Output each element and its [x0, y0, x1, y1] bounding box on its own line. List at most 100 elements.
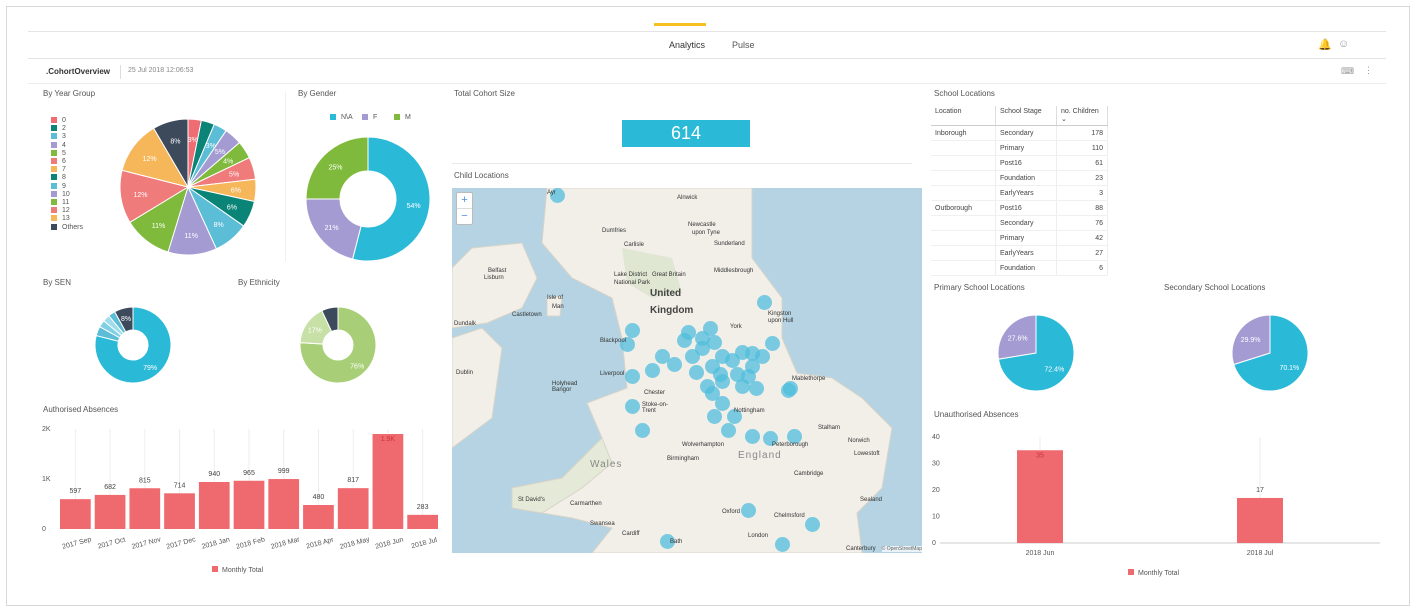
map-marker[interactable] — [685, 349, 700, 364]
map-place-label: Middlesbrough — [714, 268, 754, 274]
map-marker[interactable] — [689, 365, 704, 380]
stage-cell: Post16 — [995, 155, 1057, 171]
more-options-icon[interactable]: ⋮ — [1364, 65, 1373, 76]
map-place-label: Carmarthen — [570, 501, 602, 507]
legend-swatch — [51, 223, 57, 230]
legend-item[interactable]: 13 — [51, 215, 70, 222]
legend-item[interactable]: 10 — [51, 190, 70, 198]
legend-label: 3 — [62, 133, 66, 141]
table-row[interactable]: Post16 61 — [931, 155, 1108, 171]
map-marker[interactable] — [775, 537, 790, 552]
legend-item[interactable]: 9 — [51, 182, 66, 190]
table-row[interactable]: EarlyYears 27 — [931, 245, 1108, 261]
map-place-label: Swansea — [590, 521, 615, 527]
map-place-label: London — [748, 533, 769, 539]
legend-item[interactable]: N\A — [330, 114, 353, 121]
legend-swatch — [362, 114, 368, 120]
map-place-label: Newcastle — [688, 222, 716, 228]
map-marker[interactable] — [757, 295, 772, 310]
legend-item[interactable]: M — [394, 114, 411, 121]
map-place-label: Nottingham — [734, 408, 765, 414]
map-marker[interactable] — [695, 331, 710, 346]
map-marker[interactable] — [707, 409, 722, 424]
map-marker[interactable] — [645, 363, 660, 378]
active-tab-underline — [654, 23, 706, 26]
year-group-title: By Year Group — [43, 89, 96, 98]
keyboard-icon[interactable]: ⌨ — [1341, 66, 1354, 77]
table-row[interactable]: Primary 110 — [931, 140, 1108, 156]
legend-swatch — [51, 149, 57, 156]
child-locations-map[interactable]: United Kingdom England Wales Ayr Dumfries Carl… — [452, 188, 922, 553]
zoom-out-button[interactable]: − — [457, 209, 472, 224]
map-place-label: Lisburn — [484, 275, 504, 281]
map-place-label: Belfast — [488, 268, 507, 274]
map-marker[interactable] — [721, 423, 736, 438]
legend-item[interactable]: 3 — [51, 133, 66, 140]
map-marker[interactable] — [745, 429, 760, 444]
map-marker[interactable] — [625, 399, 640, 414]
legend-item[interactable]: 0 — [51, 117, 66, 124]
map-marker[interactable] — [635, 423, 650, 438]
legend-item[interactable]: 8 — [51, 174, 66, 181]
map-place-label: Isle of — [547, 295, 564, 301]
children-count-cell: 76 — [1056, 215, 1108, 231]
map-marker[interactable] — [781, 383, 796, 398]
legend-item[interactable]: 7 — [51, 166, 66, 173]
table-row[interactable]: Secondary 76 — [931, 215, 1108, 231]
map-place-label: Sealand — [860, 497, 883, 503]
map-marker[interactable] — [655, 349, 670, 364]
map-marker[interactable] — [741, 503, 756, 518]
zoom-in-button[interactable]: + — [457, 193, 472, 209]
legend-item[interactable]: 12 — [51, 207, 70, 214]
legend-item[interactable]: Others — [51, 223, 83, 231]
table-row[interactable]: Foundation 23 — [931, 170, 1108, 186]
top-nav-bar: Analytics Pulse 🔔 ☺ — [28, 31, 1386, 59]
map-place-label: Lake District — [614, 272, 648, 278]
map-place-label: Birmingham — [667, 456, 700, 462]
ethnicity-title: By Ethnicity — [238, 278, 280, 287]
map-place-label: Kingdom — [650, 305, 694, 316]
authorised-absences-title: Authorised Absences — [43, 405, 119, 414]
table-row[interactable]: Inborough Secondary 178 — [931, 125, 1108, 141]
table-row[interactable]: Outborough Post16 88 — [931, 200, 1108, 216]
column-header-location[interactable]: Location — [931, 106, 996, 126]
map-zoom-control[interactable]: + − — [456, 192, 473, 225]
map-marker[interactable] — [805, 517, 820, 532]
map-marker[interactable] — [625, 323, 640, 338]
map-place-label: Man — [552, 304, 564, 310]
legend-item[interactable]: 11 — [51, 199, 69, 206]
column-header-stage[interactable]: School Stage — [995, 106, 1057, 126]
legend-item[interactable]: 4 — [51, 141, 66, 149]
map-marker[interactable] — [677, 333, 692, 348]
map-marker[interactable] — [765, 336, 780, 351]
user-icon[interactable]: ☺ — [1338, 38, 1349, 50]
map-place-label: Dumfries — [602, 228, 627, 234]
sort-chevron-icon[interactable]: ⌄ — [1061, 116, 1067, 123]
tab-analytics[interactable]: Analytics — [669, 40, 705, 50]
map-marker[interactable] — [625, 369, 640, 384]
legend-item[interactable]: 5 — [51, 149, 66, 157]
legend-label: 10 — [62, 190, 70, 198]
children-count-cell: 110 — [1056, 140, 1108, 156]
map-place-label: Cambridge — [794, 471, 824, 477]
map-place-label: upon Tyne — [692, 230, 720, 236]
location-cell: Inborough — [931, 125, 996, 141]
legend-item[interactable]: 6 — [51, 158, 66, 165]
children-count-cell: 23 — [1056, 170, 1108, 186]
map-marker[interactable] — [700, 379, 715, 394]
table-row[interactable]: Foundation 6 — [931, 260, 1108, 276]
column-header-children[interactable]: no. Children ⌄ — [1056, 106, 1108, 126]
table-row[interactable]: Primary 42 — [931, 230, 1108, 246]
location-cell — [931, 245, 996, 261]
legend-swatch — [51, 166, 57, 173]
table-row[interactable]: EarlyYears 3 — [931, 185, 1108, 201]
bell-icon[interactable]: 🔔 — [1318, 38, 1332, 51]
legend-label: 5 — [62, 149, 66, 157]
legend-item[interactable]: 2 — [51, 125, 66, 132]
legend-item[interactable]: F — [362, 114, 377, 121]
map-place-label: Wales — [590, 459, 623, 470]
legend-swatch — [51, 182, 57, 189]
tab-pulse[interactable]: Pulse — [732, 40, 755, 50]
map-marker[interactable] — [749, 381, 764, 396]
map-attribution[interactable]: © OpenStreetMap — [881, 546, 922, 552]
